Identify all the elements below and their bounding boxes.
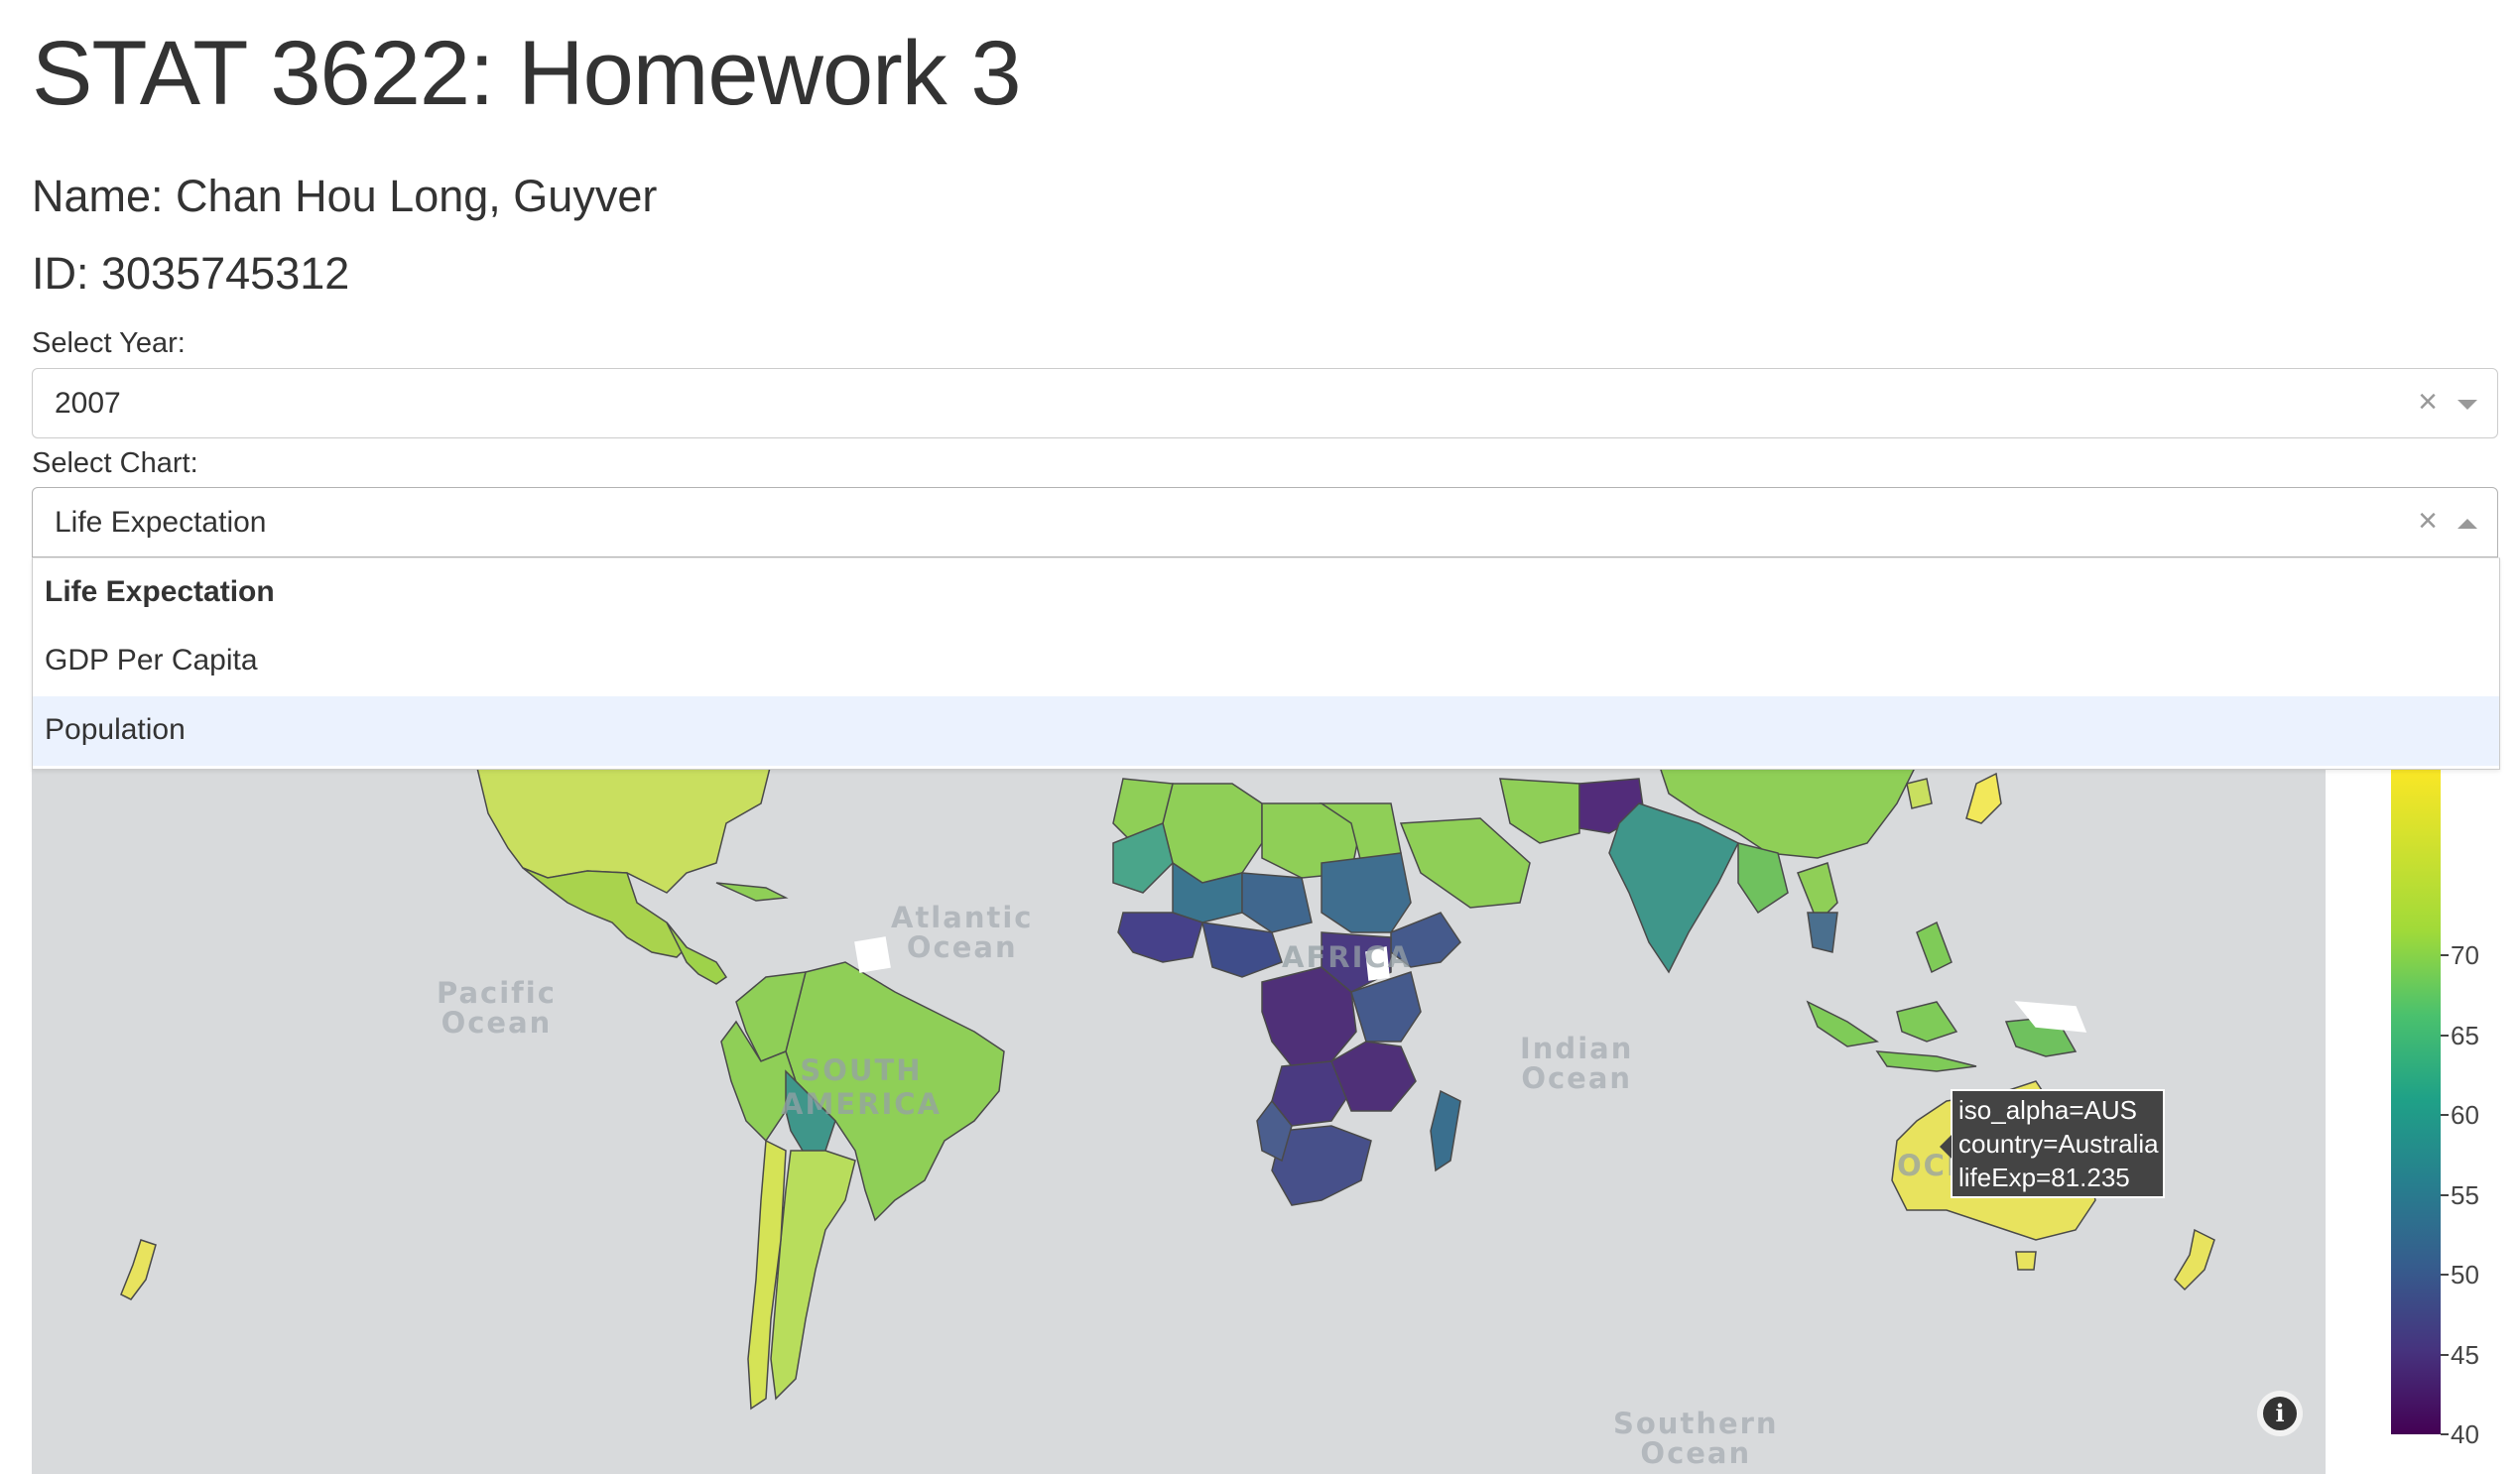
colorbar-tick-label: 60: [2451, 1100, 2479, 1131]
tooltip-pointer: [1940, 1135, 1952, 1159]
colorbar-tick-label: 55: [2451, 1179, 2479, 1210]
chart-dropdown-value: Life Expectation: [55, 506, 267, 539]
colorbar-tick-mark: [2441, 1353, 2449, 1356]
chevron-up-icon[interactable]: [2457, 519, 2477, 529]
colorbar-tick-label: 65: [2451, 1020, 2479, 1050]
colorbar-tick-mark: [2441, 1114, 2449, 1117]
chart-clear-icon[interactable]: ×: [2418, 502, 2438, 541]
hover-tooltip: iso_alpha=AUS country=Australia lifeExp=…: [1951, 1089, 2165, 1198]
tooltip-iso: iso_alpha=AUS: [1958, 1095, 2137, 1125]
country-japan: [1965, 772, 2002, 824]
student-name: Name: Chan Hou Long, Guyver: [32, 171, 658, 221]
country-new-zealand: [2174, 1228, 2215, 1291]
country-madagascar: [1430, 1089, 1461, 1172]
colorbar-tick-mark: [2441, 1034, 2449, 1037]
ocean-label-atlantic: Atlantic Ocean: [891, 903, 1033, 962]
info-icon[interactable]: i: [2263, 1397, 2297, 1430]
year-dropdown[interactable]: 2007 ×: [32, 368, 2498, 438]
ocean-label-pacific: Pacific Ocean: [437, 978, 557, 1038]
colorbar-tick-label: 70: [2451, 940, 2479, 971]
continent-label-africa: AFRICA: [1282, 940, 1413, 974]
student-id: ID: 3035745312: [32, 248, 350, 299]
ocean-label-indian-text: Indian Ocean: [1520, 1032, 1634, 1095]
chevron-down-icon[interactable]: [2457, 400, 2477, 410]
ocean-label-southern-text: Southern Ocean: [1613, 1407, 1779, 1470]
colorbar: [2391, 764, 2441, 1434]
colorbar-tick-mark: [2441, 954, 2449, 957]
ocean-label-indian: Indian Ocean: [1520, 1034, 1633, 1093]
option-gdp-per-capita[interactable]: GDP Per Capita: [33, 627, 2499, 696]
country-new-zealand-west: [120, 1239, 157, 1300]
option-life-expectation[interactable]: Life Expectation: [33, 558, 2499, 628]
select-chart-label: Select Chart:: [32, 447, 198, 479]
chart-dropdown-menu: Life Expectation GDP Per Capita Populati…: [32, 557, 2500, 770]
chart-dropdown[interactable]: Life Expectation ×: [32, 487, 2498, 557]
country-saudi-arabia: [1399, 817, 1531, 909]
colorbar-tick-mark: [2441, 1193, 2449, 1196]
ocean-label-pacific-text: Pacific Ocean: [437, 976, 557, 1040]
select-year-label: Select Year:: [32, 327, 186, 359]
page-title: STAT 3622: Homework 3: [32, 23, 1022, 124]
country-iran: [1499, 778, 1580, 844]
ocean-label-southern: Southern Ocean: [1613, 1409, 1779, 1468]
continent-label-south-america-text: SOUTH AMERICA: [781, 1053, 942, 1121]
colorbar-tick-label: 45: [2451, 1339, 2479, 1370]
colorbar-tick-label: 40: [2451, 1419, 2479, 1449]
tooltip-lifeexp: lifeExp=81.235: [1958, 1163, 2130, 1192]
continent-label-south-america: SOUTH AMERICA: [781, 1053, 942, 1121]
colorbar-tick-mark: [2441, 1274, 2449, 1277]
country-sudan: [1321, 852, 1412, 933]
year-dropdown-value: 2007: [55, 387, 121, 420]
year-clear-icon[interactable]: ×: [2418, 383, 2438, 422]
country-india: [1608, 802, 1740, 974]
colorbar-tick-mark: [2441, 1433, 2449, 1435]
ocean-label-atlantic-text: Atlantic Ocean: [891, 901, 1034, 964]
option-population[interactable]: Population: [33, 696, 2499, 766]
colorbar-tick-label: 50: [2451, 1260, 2479, 1290]
tooltip-country: country=Australia: [1958, 1129, 2159, 1159]
